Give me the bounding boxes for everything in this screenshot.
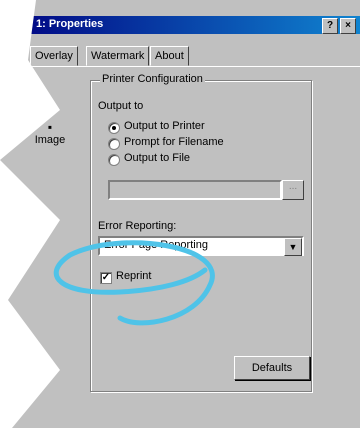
highlight-annotation: [53, 240, 215, 326]
annotation-circle: [53, 240, 215, 326]
